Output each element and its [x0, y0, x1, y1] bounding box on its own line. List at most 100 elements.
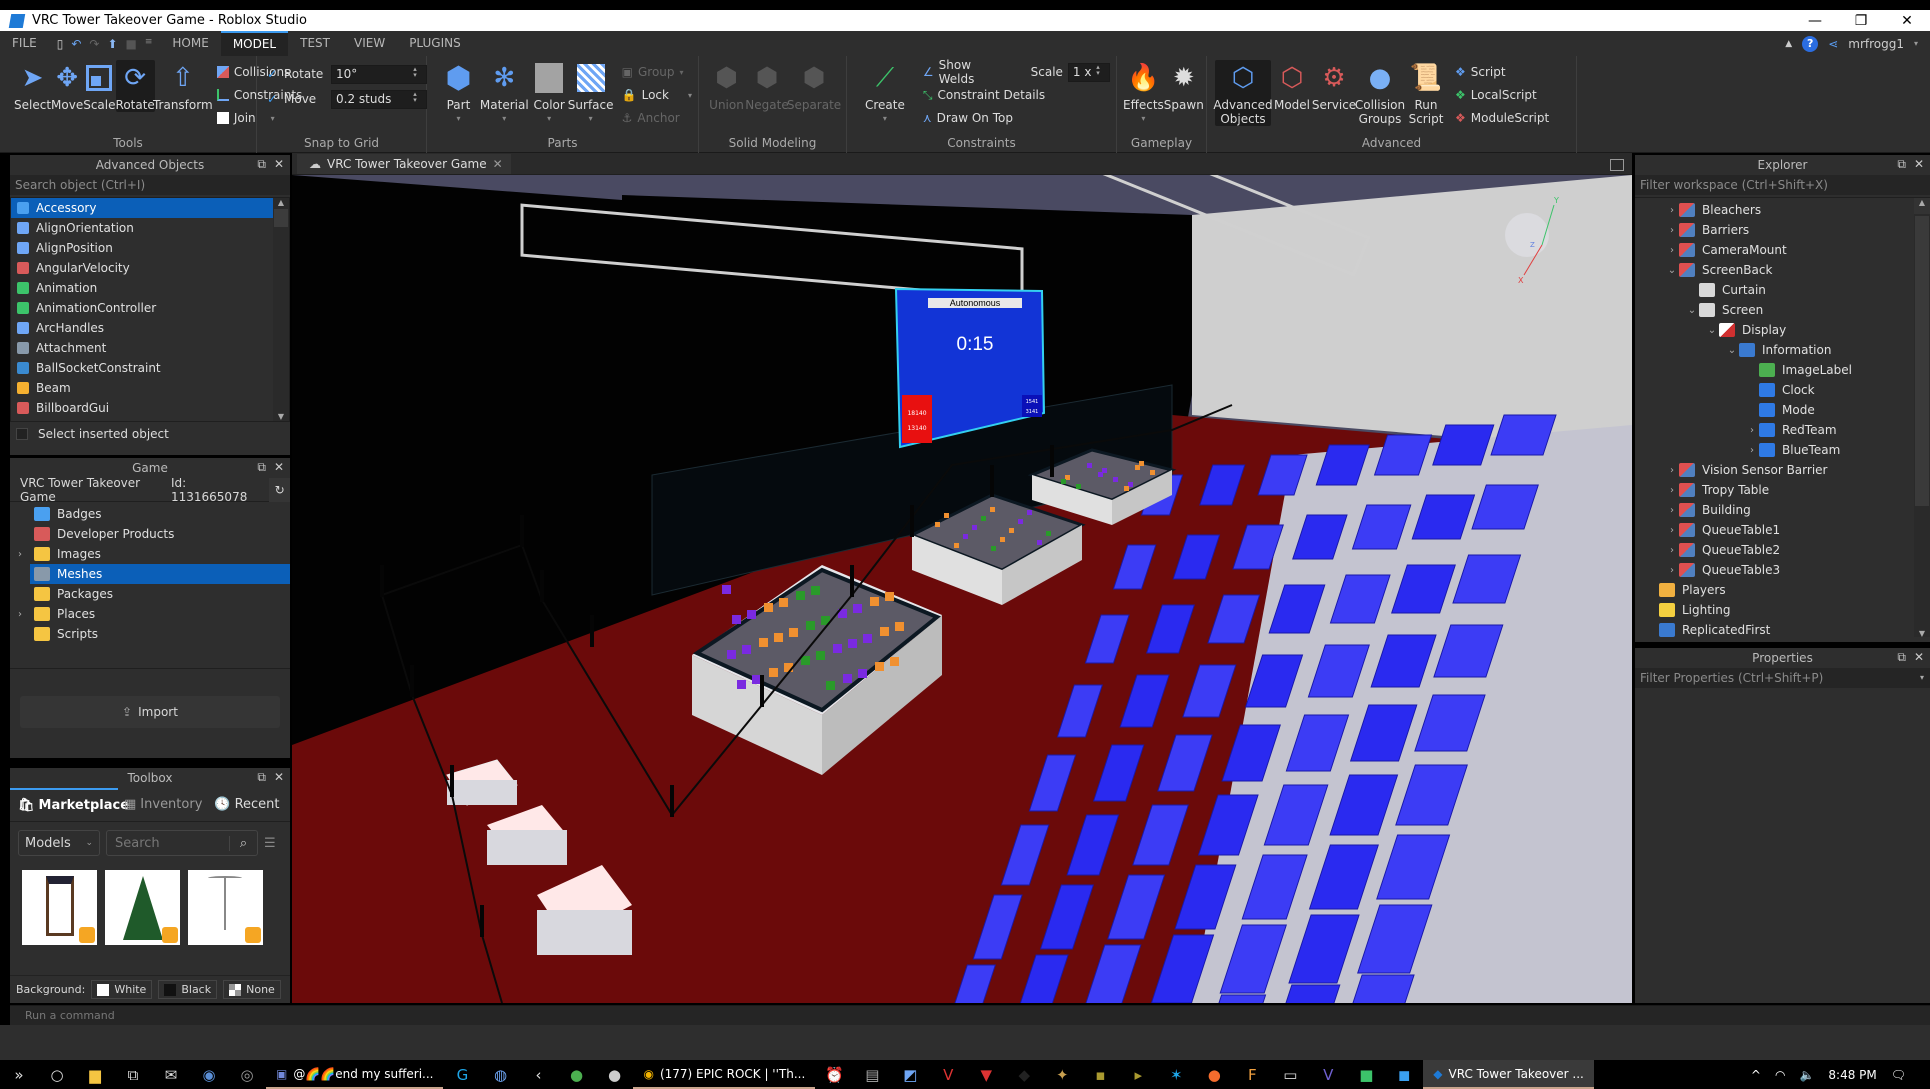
- effects-button[interactable]: 🔥 Effects ▾: [1123, 60, 1164, 123]
- explorer-item[interactable]: › Barriers: [1635, 220, 1930, 240]
- app-icon[interactable]: ◩: [891, 1066, 929, 1084]
- run-script-button[interactable]: 📜 Run Script: [1405, 60, 1447, 126]
- 3d-scene[interactable]: Autonomous 0:15 18140 13140 1541 3141 Y …: [292, 175, 1632, 1003]
- mail-icon[interactable]: ✉: [152, 1066, 190, 1084]
- bg-white-button[interactable]: White: [91, 980, 153, 999]
- app-icon[interactable]: ◼: [1385, 1066, 1423, 1084]
- file-menu[interactable]: FILE: [0, 31, 49, 56]
- logitech-icon[interactable]: G: [443, 1066, 481, 1084]
- explorer-item[interactable]: › QueueTable1: [1635, 520, 1930, 540]
- tab-home[interactable]: HOME: [160, 31, 220, 56]
- explorer-item[interactable]: › RedTeam: [1635, 420, 1930, 440]
- explorer-item[interactable]: ⌄ Information: [1635, 340, 1930, 360]
- undock-icon[interactable]: ⧉: [257, 460, 266, 475]
- explorer-item[interactable]: Mode: [1635, 400, 1930, 420]
- bg-black-button[interactable]: Black: [158, 980, 218, 999]
- move-tool-button[interactable]: ✥ Move: [51, 60, 83, 112]
- expand-chevron-icon[interactable]: ›: [1665, 545, 1679, 556]
- advanced-objects-scrollbar[interactable]: ▲ ▼: [273, 198, 289, 421]
- advanced-object-item[interactable]: BallSocketConstraint: [11, 358, 273, 378]
- close-panel-icon[interactable]: ✕: [274, 157, 284, 172]
- explorer-scrollbar[interactable]: ▲ ▼: [1914, 198, 1930, 637]
- undock-icon[interactable]: ⧉: [257, 770, 266, 785]
- cortana-search-icon[interactable]: ○: [38, 1066, 76, 1084]
- game-asset-item[interactable]: Packages: [10, 584, 290, 604]
- explorer-item[interactable]: ImageLabel: [1635, 360, 1930, 380]
- explorer-item[interactable]: Curtain: [1635, 280, 1930, 300]
- scale-tool-button[interactable]: Scale: [83, 60, 116, 112]
- show-welds-toggle[interactable]: ∠ Show Welds Scale 1 x: [923, 58, 1110, 86]
- expand-chevron-icon[interactable]: ›: [1665, 225, 1679, 236]
- volume-icon[interactable]: 🔈: [1799, 1068, 1814, 1082]
- app-icon[interactable]: ◆: [1005, 1066, 1043, 1084]
- user-name[interactable]: mrfrogg1: [1848, 37, 1904, 51]
- tab-model[interactable]: MODEL: [220, 31, 289, 56]
- explorer-item[interactable]: › Tropy Table: [1635, 480, 1930, 500]
- expand-chevron-icon[interactable]: ⌄: [1725, 345, 1739, 356]
- search-icon[interactable]: ⌕: [229, 835, 257, 851]
- tab-place-vrc-tower-takeover[interactable]: ☁ VRC Tower Takeover Game ✕: [297, 154, 511, 174]
- explorer-item[interactable]: Players: [1635, 580, 1930, 600]
- help-icon[interactable]: ?: [1802, 35, 1819, 52]
- rotate-snap-checkbox[interactable]: ✓: [267, 67, 279, 81]
- category-dropdown[interactable]: Models ⌄: [18, 830, 100, 856]
- toolbox-item-street-lamp[interactable]: [188, 870, 263, 945]
- explorer-item[interactable]: › CameraMount: [1635, 240, 1930, 260]
- app-icon[interactable]: ●: [557, 1066, 595, 1084]
- filter-sliders-icon[interactable]: ☰: [264, 836, 276, 851]
- app-icon[interactable]: V: [929, 1066, 967, 1084]
- expand-chevron-icon[interactable]: ›: [1665, 205, 1679, 216]
- facetime-icon[interactable]: ■: [1347, 1066, 1385, 1084]
- clock-time[interactable]: 8:48 PM: [1828, 1068, 1876, 1082]
- minimize-button[interactable]: —: [1792, 13, 1838, 29]
- app-icon[interactable]: ▸: [1119, 1066, 1157, 1084]
- undock-icon[interactable]: ⧉: [257, 157, 266, 172]
- toolbox-search-input[interactable]: Search ⌕: [106, 830, 258, 856]
- task-view-icon[interactable]: ⧉: [114, 1066, 152, 1084]
- command-bar-input[interactable]: Run a command: [10, 1005, 1930, 1025]
- part-button[interactable]: ⬢ Part ▾: [437, 60, 480, 124]
- explorer-item[interactable]: Clock: [1635, 380, 1930, 400]
- create-constraint-button[interactable]: ⟋ Create ▾: [865, 60, 905, 124]
- close-panel-icon[interactable]: ✕: [1914, 650, 1924, 665]
- advanced-object-item[interactable]: AlignOrientation: [11, 218, 273, 238]
- filter-workspace-input[interactable]: Filter workspace (Ctrl+Shift+X): [1635, 175, 1930, 195]
- app-icon[interactable]: ✦: [1043, 1066, 1081, 1084]
- advanced-object-item[interactable]: Attachment: [11, 338, 273, 358]
- origin-icon[interactable]: ●: [1195, 1066, 1233, 1084]
- draw-on-top-toggle[interactable]: ⋏ Draw On Top: [923, 109, 1110, 127]
- expand-chevron-icon[interactable]: ›: [1665, 565, 1679, 576]
- undock-icon[interactable]: ⧉: [1897, 650, 1906, 665]
- game-asset-item[interactable]: Developer Products: [10, 524, 290, 544]
- explorer-item[interactable]: Lighting: [1635, 600, 1930, 620]
- tab-plugins[interactable]: PLUGINS: [397, 31, 473, 56]
- spawn-button[interactable]: ✹ Spawn: [1164, 60, 1204, 112]
- advanced-object-item[interactable]: Animation: [11, 278, 273, 298]
- lock-button[interactable]: 🔒 Lock ▾: [622, 86, 692, 104]
- rotate-tool-button[interactable]: ⟳ Rotate: [115, 60, 155, 112]
- explorer-item[interactable]: › QueueTable3: [1635, 560, 1930, 580]
- explorer-item[interactable]: ⌄ ScreenBack: [1635, 260, 1930, 280]
- expand-chevron-icon[interactable]: ⌄: [1685, 305, 1699, 316]
- group-button[interactable]: ▣ Group ▾: [622, 63, 692, 81]
- expand-chevron-icon[interactable]: ›: [1665, 465, 1679, 476]
- app-icon[interactable]: V: [1309, 1066, 1347, 1084]
- app-icon[interactable]: ●: [595, 1066, 633, 1084]
- expand-chevron-icon[interactable]: ›: [1665, 485, 1679, 496]
- expand-chevron-icon[interactable]: ›: [1665, 525, 1679, 536]
- file-explorer-icon[interactable]: ▆: [76, 1066, 114, 1084]
- expand-chevron-icon[interactable]: ›: [1745, 425, 1759, 436]
- insert-localscript-button[interactable]: ❖ LocalScript: [1455, 86, 1549, 104]
- restore-button[interactable]: ❐: [1838, 13, 1884, 29]
- expand-chevron-icon[interactable]: ›: [1665, 505, 1679, 516]
- negate-button[interactable]: ⬢ Negate: [745, 60, 788, 112]
- tab-recent[interactable]: 🕓 Recent: [208, 788, 285, 821]
- insert-modulescript-button[interactable]: ❖ ModuleScript: [1455, 109, 1549, 127]
- user-menu-chevron-icon[interactable]: ▾: [1914, 39, 1918, 48]
- app-icon[interactable]: ▤: [853, 1066, 891, 1084]
- toolbox-item-watchtower[interactable]: [22, 870, 97, 945]
- separate-button[interactable]: ⬢ Separate: [787, 60, 841, 112]
- undock-icon[interactable]: ⧉: [1897, 157, 1906, 172]
- collision-groups-button[interactable]: ● Collision Groups: [1355, 60, 1405, 126]
- app-icon[interactable]: ▼: [967, 1066, 1005, 1084]
